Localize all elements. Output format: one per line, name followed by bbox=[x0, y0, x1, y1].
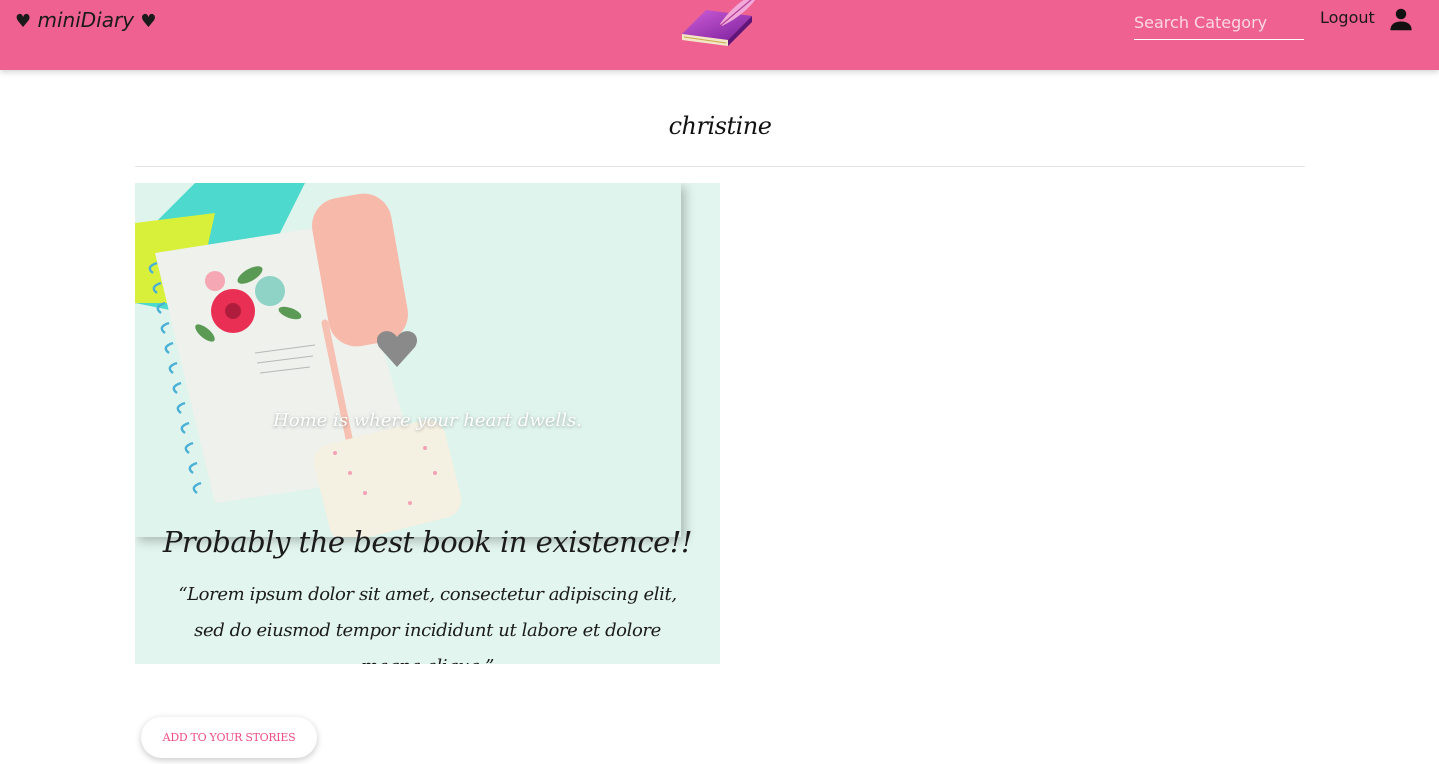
add-to-stories-button[interactable]: ADD TO YOUR STORIES bbox=[141, 717, 317, 758]
search-category-input[interactable] bbox=[1134, 6, 1304, 40]
story-text: “Lorem ipsum dolor sit amet, consectetur… bbox=[178, 584, 677, 664]
story-heading: Probably the best book in existence!! bbox=[162, 525, 693, 559]
image-caption: Home is where your heart dwells. bbox=[273, 410, 582, 431]
page-title: christine bbox=[668, 112, 772, 140]
story-image bbox=[135, 183, 681, 537]
top-navbar: ♥ miniDiary ♥ Logout bbox=[0, 0, 1439, 70]
heart-icon: ♥ bbox=[15, 11, 32, 32]
title-divider bbox=[135, 166, 1305, 167]
person-icon[interactable] bbox=[1386, 4, 1416, 34]
brand-link[interactable]: ♥ miniDiary ♥ bbox=[15, 8, 157, 32]
heart-icon: ♥ bbox=[140, 11, 157, 32]
logout-link[interactable]: Logout bbox=[1320, 8, 1375, 27]
diary-book-quill-icon[interactable] bbox=[676, 0, 766, 48]
story-card[interactable]: Home is where your heart dwells. Probabl… bbox=[135, 183, 720, 664]
brand-name: miniDiary bbox=[37, 8, 135, 32]
